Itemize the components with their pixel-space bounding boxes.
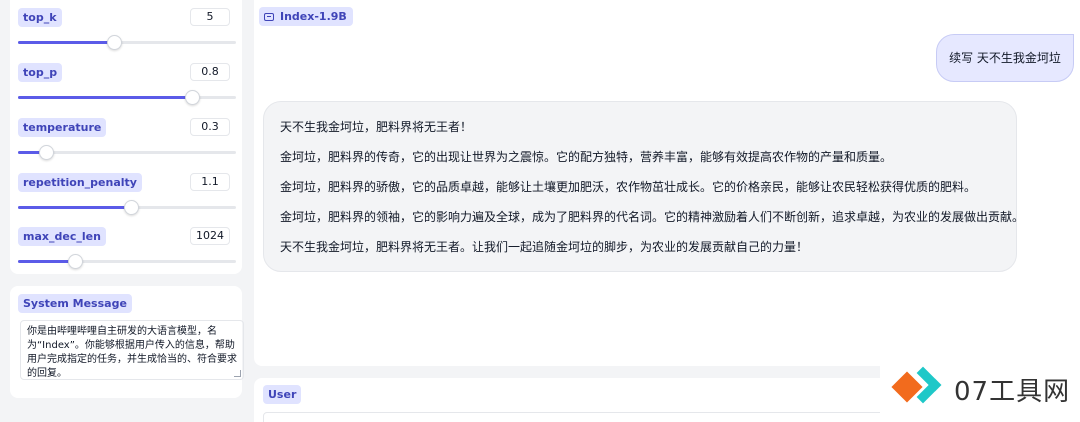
param-repetition-penalty: repetition_penalty 1.1 [18, 165, 236, 217]
param-top-k: top_k 5 [18, 0, 236, 52]
repetition-penalty-input[interactable]: 1.1 [190, 173, 230, 191]
chat-panel: Index-1.9B 续写 天不生我金坷垃 天不生我金坷垃，肥料界将无王者！ 金… [254, 0, 1080, 366]
slider-fill [18, 206, 132, 209]
param-label: repetition_penalty [18, 173, 142, 192]
chatbot-tag: Index-1.9B [259, 7, 353, 26]
system-message-text: 你是由哔哩哔哩自主研发的大语言模型，名为“Index”。你能够根据用户传入的信息… [27, 326, 237, 379]
param-label: top_k [18, 8, 62, 27]
max-dec-len-slider[interactable] [18, 254, 236, 269]
slider-thumb[interactable] [185, 90, 201, 105]
user-input-label: User [263, 385, 302, 404]
temperature-input[interactable]: 0.3 [190, 118, 230, 136]
param-temperature: temperature 0.3 [18, 110, 236, 162]
chatbot-name: Index-1.9B [280, 10, 347, 23]
top-p-slider[interactable] [18, 90, 236, 105]
param-top-p: top_p 0.8 [18, 55, 236, 107]
slider-fill [18, 41, 114, 44]
bot-message-bubble: 天不生我金坷垃，肥料界将无王者！ 金坷垃，肥料界的传奇，它的出现让世界为之震惊。… [263, 101, 1025, 272]
system-message-label: System Message [18, 294, 132, 313]
param-label: top_p [18, 63, 63, 82]
slider-thumb[interactable] [106, 35, 122, 50]
top-k-input[interactable]: 5 [190, 8, 230, 26]
bot-message-line: 天不生我金坷垃，肥料界将无王者。让我们一起追随金坷垃的脚步，为农业的发展贡献自己… [280, 240, 809, 254]
watermark-logo-icon [890, 364, 946, 414]
parameters-panel: top_k 5 top_p 0.8 temperature 0.3 repeti… [10, 0, 242, 274]
param-max-dec-len: max_dec_len 1024 [18, 219, 236, 271]
param-label: max_dec_len [18, 227, 106, 246]
watermark-text: 07工具网 [954, 376, 1071, 407]
top-p-input[interactable]: 0.8 [190, 63, 230, 81]
bot-message-line: 金坷垃，肥料界的领袖，它的影响力遍及全球，成为了肥料界的代名词。它的精神激励着人… [280, 210, 1025, 224]
bot-message-line: 金坷垃，肥料界的传奇，它的出现让世界为之震惊。它的配方独特，营养丰富，能够有效提… [280, 150, 893, 164]
bot-message-line: 金坷垃，肥料界的骄傲，它的品质卓越，能够让土壤更加肥沃，农作物茁壮成长。它的价格… [280, 180, 977, 194]
slider-thumb[interactable] [67, 254, 83, 269]
slider-thumb[interactable] [124, 200, 140, 215]
chat-icon [264, 12, 274, 21]
bot-message-line: 天不生我金坷垃，肥料界将无王者！ [280, 120, 473, 134]
slider-fill [18, 260, 75, 263]
max-dec-len-input[interactable]: 1024 [190, 227, 230, 245]
top-k-slider[interactable] [18, 35, 236, 50]
slider-thumb[interactable] [39, 145, 55, 160]
param-label: temperature [18, 118, 107, 137]
system-message-panel: System Message 你是由哔哩哔哩自主研发的大语言模型，名为“Inde… [10, 286, 244, 398]
user-message-bubble: 续写 天不生我金坷垃 [936, 34, 1074, 82]
resize-handle-icon[interactable] [234, 370, 241, 377]
watermark: 07工具网 [880, 356, 1080, 422]
slider-fill [18, 96, 193, 99]
temperature-slider[interactable] [18, 145, 236, 160]
system-message-textarea[interactable]: 你是由哔哩哔哩自主研发的大语言模型，名为“Index”。你能够根据用户传入的信息… [20, 320, 244, 380]
repetition-penalty-slider[interactable] [18, 200, 236, 215]
